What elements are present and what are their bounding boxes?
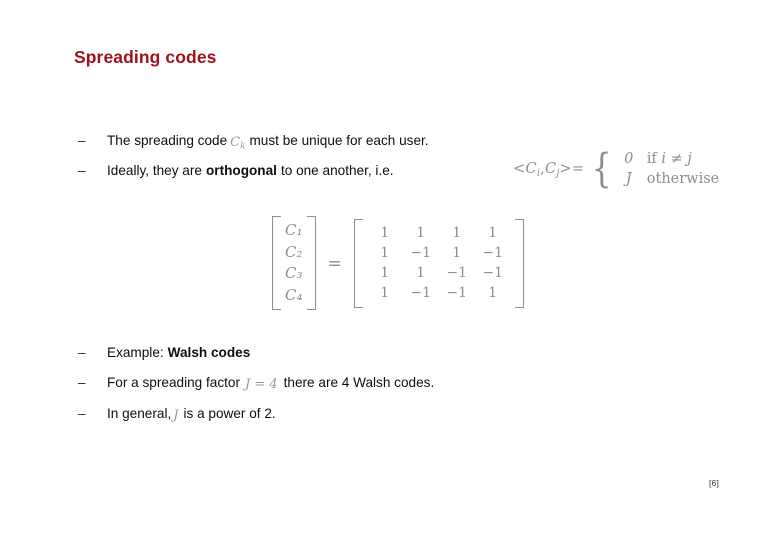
bullet-emphasis: orthogonal xyxy=(205,163,277,178)
equation-relation: = xyxy=(571,160,585,177)
bullet-text-after: to one another, i.e. xyxy=(280,163,394,178)
bullet-text-after: must be unique for each user. xyxy=(249,133,429,148)
matrix-cell: 1 xyxy=(452,245,462,262)
walsh-matrix-equation: C₁ C₂ C₃ C₄ = 1 1 1 1 1 −1 1 −1 1 1 −1 −… xyxy=(272,216,524,311)
equation-c-j: C xyxy=(544,160,557,177)
footer-reference: [6] xyxy=(709,478,720,488)
bullet-text-before: For a spreading factor xyxy=(107,375,240,390)
matrix-cell: 1 xyxy=(416,224,426,241)
matrix-cell: −1 xyxy=(482,245,504,262)
page-title: Spreading codes xyxy=(74,47,217,67)
matrix-cell: 1 xyxy=(380,224,390,241)
bullet-text-after: is a power of 2. xyxy=(183,406,276,421)
bullet-dash-icon: – xyxy=(78,163,86,178)
inline-math-ck: Ck xyxy=(227,135,249,151)
case-condition: if i ≠ j xyxy=(640,150,692,170)
bullet-text-before: The spreading code xyxy=(107,133,228,148)
case-row: 0 if i ≠ j xyxy=(618,150,719,170)
matrix-cell: −1 xyxy=(446,285,468,302)
matrix-cell: −1 xyxy=(410,245,432,262)
bullet-dash-icon: – xyxy=(78,345,86,360)
code-vector-bracket: C₁ C₂ C₃ C₄ xyxy=(272,216,316,311)
bullet-dash-icon: – xyxy=(78,375,86,390)
bullet-text: Example: Walsh codes xyxy=(107,345,250,360)
case-value: 0 xyxy=(624,151,634,167)
matrix-cell: −1 xyxy=(446,265,468,282)
math-base: C xyxy=(230,135,241,150)
list-item: – The spreading code Ck must be unique f… xyxy=(78,133,429,151)
vector-entry: C₃ xyxy=(285,264,303,283)
matrix-cell: −1 xyxy=(410,285,432,302)
equation-c-i: C xyxy=(525,160,537,177)
vector-entry: C₁ xyxy=(285,221,303,239)
matrix-cell: 1 xyxy=(380,245,390,262)
case-condition-math: i ≠ j xyxy=(661,151,692,167)
list-item: – In general, J is a power of 2. xyxy=(78,406,276,423)
matrix-equals-sign: = xyxy=(327,254,342,275)
equation-lhs: <Ci,Cj>= xyxy=(513,161,584,179)
matrix-cell: 1 xyxy=(380,285,390,302)
case-condition-prefix: if xyxy=(646,151,657,167)
list-item: – Example: Walsh codes xyxy=(78,345,250,360)
bullet-text-before: Ideally, they are xyxy=(107,163,202,178)
vector-entry: C₄ xyxy=(285,285,303,304)
angle-close-icon: > xyxy=(559,160,572,177)
left-curly-brace-icon: { xyxy=(592,145,612,192)
vector-entry: C₂ xyxy=(285,242,303,261)
bullet-text: Ideally, they are orthogonal to one anot… xyxy=(107,163,394,178)
angle-open-icon: < xyxy=(513,160,526,177)
matrix-cell: 1 xyxy=(488,285,498,302)
bullet-dash-icon: – xyxy=(78,406,86,421)
inline-math-spreading-factor: J = 4 xyxy=(244,377,278,392)
case-value: J xyxy=(625,170,632,187)
matrix-cell: 1 xyxy=(452,224,462,241)
bullet-text-before: In general, xyxy=(107,406,172,421)
bullet-text-before: Example: xyxy=(107,345,164,360)
code-vector: C₁ C₂ C₃ C₄ xyxy=(285,220,303,306)
matrix-cell: 1 xyxy=(380,265,390,282)
bullet-emphasis: Walsh codes xyxy=(167,345,251,360)
bullet-dash-icon: – xyxy=(78,133,86,148)
inline-math-j: J xyxy=(173,408,179,423)
bullet-text: The spreading code Ck must be unique for… xyxy=(107,133,429,151)
matrix-cell: −1 xyxy=(482,265,504,282)
case-condition: otherwise xyxy=(646,170,720,187)
matrix-cell: 1 xyxy=(416,265,426,282)
list-item: – For a spreading factor J = 4 there are… xyxy=(78,375,435,392)
bullet-text: For a spreading factor J = 4 there are 4… xyxy=(107,375,435,392)
slide-canvas: Spreading codes – The spreading code Ck … xyxy=(0,0,780,540)
case-row: J otherwise xyxy=(618,170,719,190)
math-subscript: k xyxy=(240,141,246,152)
bullet-text: In general, J is a power of 2. xyxy=(107,406,276,423)
walsh-matrix-bracket: 1 1 1 1 1 −1 1 −1 1 1 −1 −1 1 −1 −1 1 xyxy=(353,218,524,308)
matrix-cell: 1 xyxy=(488,224,498,241)
walsh-matrix-grid: 1 1 1 1 1 −1 1 −1 1 1 −1 −1 1 −1 −1 1 xyxy=(367,223,511,304)
list-item: – Ideally, they are orthogonal to one an… xyxy=(78,163,394,178)
cases-block: 0 if i ≠ j J otherwise xyxy=(618,150,719,189)
bullet-text-after: there are 4 Walsh codes. xyxy=(283,375,435,390)
orthogonality-equation: <Ci,Cj>= { 0 if i ≠ j J otherwise xyxy=(513,145,719,192)
